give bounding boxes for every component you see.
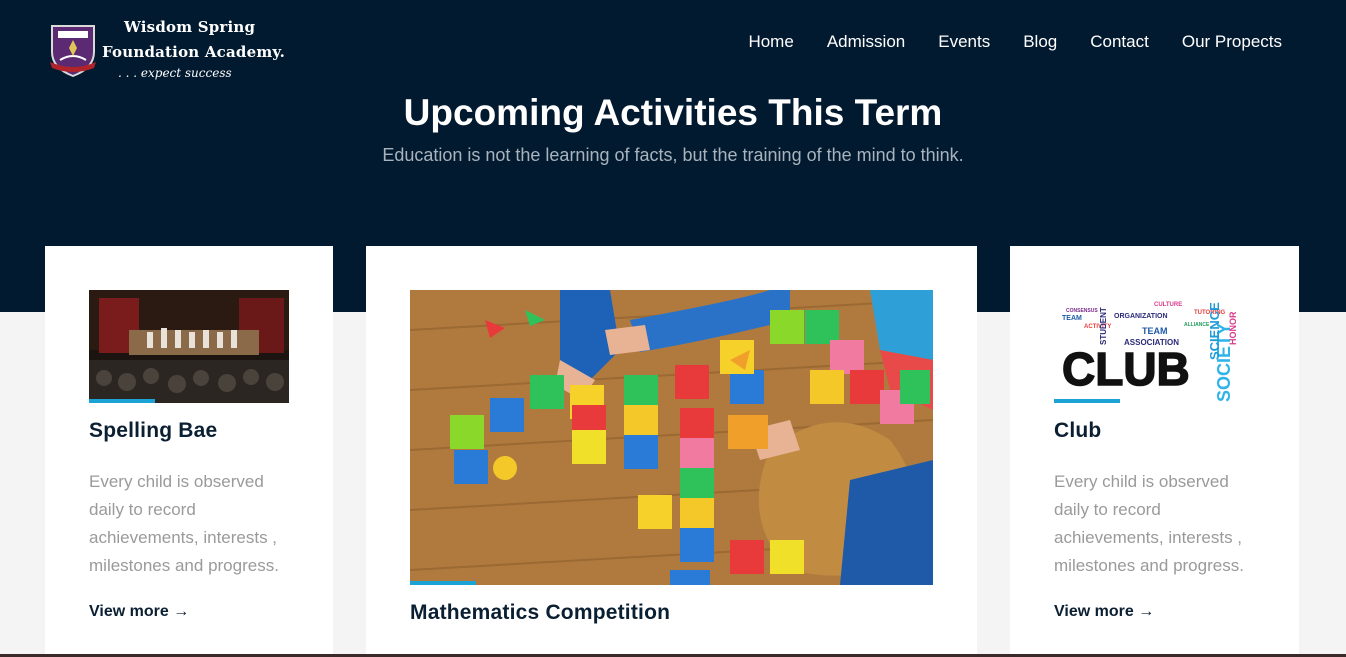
- nav-blog[interactable]: Blog: [1023, 32, 1057, 52]
- view-more-link[interactable]: View more →: [1054, 603, 1154, 621]
- svg-text:TEAM: TEAM: [1142, 326, 1168, 336]
- page-title: Upcoming Activities This Term: [403, 92, 943, 133]
- spelling-bee-image[interactable]: [89, 290, 289, 403]
- card-description: Every child is observed daily to record …: [1054, 472, 1244, 575]
- svg-text:CULTURE: CULTURE: [1154, 302, 1182, 308]
- svg-text:ORGANIZATION: ORGANIZATION: [1114, 313, 1168, 320]
- accent-bar: [89, 399, 155, 403]
- activity-card-spelling-bae: Spelling Bae Every child is observed dai…: [45, 246, 333, 657]
- accent-bar: [410, 581, 476, 585]
- activity-card-mathematics-competition: Mathematics Competition: [366, 246, 977, 657]
- svg-text:SCIENCE: SCIENCE: [1207, 302, 1222, 360]
- crest-icon: [50, 25, 96, 78]
- site-logo[interactable]: Wisdom Spring Foundation Academy. . . . …: [46, 14, 285, 84]
- card-title[interactable]: Spelling Bae: [89, 419, 217, 443]
- card-title[interactable]: Club: [1054, 419, 1101, 443]
- svg-text:TEAM: TEAM: [1062, 315, 1082, 322]
- svg-text:STUDENT: STUDENT: [1099, 307, 1108, 345]
- svg-text:CONSENSUS: CONSENSUS: [1066, 308, 1098, 314]
- accent-bar: [1054, 399, 1120, 403]
- main-nav: Home Admission Events Blog Contact Our P…: [748, 32, 1282, 52]
- logo-tagline: . . . expect success: [118, 66, 232, 80]
- card-description: Every child is observed daily to record …: [89, 472, 279, 575]
- svg-text:CLUB: CLUB: [1062, 343, 1190, 395]
- nav-admission[interactable]: Admission: [827, 32, 905, 52]
- svg-text:HONOR: HONOR: [1228, 311, 1238, 345]
- nav-contact[interactable]: Contact: [1090, 32, 1149, 52]
- nav-our-propects[interactable]: Our Propects: [1182, 32, 1282, 52]
- activity-card-club: TEAM ACTIVITY ORGANIZATION CULTURE TEAM …: [1010, 246, 1299, 657]
- logo-line1: Wisdom Spring: [124, 18, 256, 36]
- mathematics-competition-image[interactable]: [410, 290, 933, 585]
- card-title[interactable]: Mathematics Competition: [410, 601, 670, 625]
- logo-line2: Foundation Academy.: [102, 43, 286, 61]
- page-subtitle: Education is not the learning of facts, …: [382, 145, 964, 165]
- nav-events[interactable]: Events: [938, 32, 990, 52]
- view-more-link[interactable]: View more →: [89, 603, 189, 621]
- nav-home[interactable]: Home: [748, 32, 793, 52]
- club-image[interactable]: TEAM ACTIVITY ORGANIZATION CULTURE TEAM …: [1054, 290, 1254, 403]
